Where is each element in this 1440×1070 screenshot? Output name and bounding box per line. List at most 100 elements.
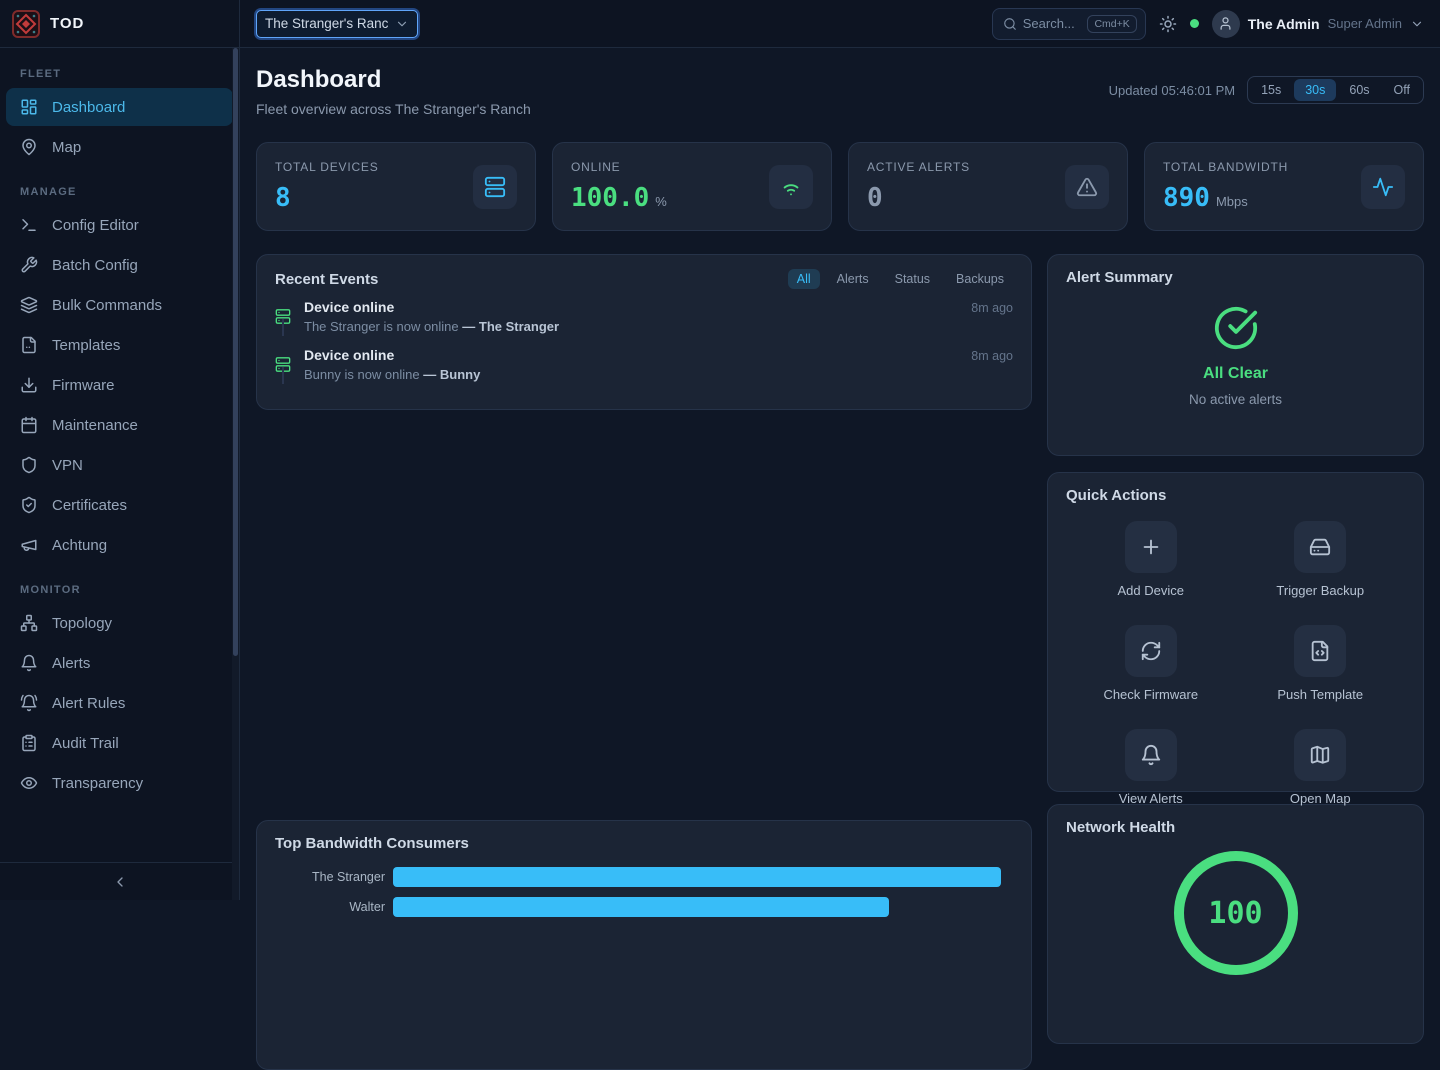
sidebar-item-alert-rules[interactable]: Alert Rules — [6, 684, 233, 722]
shield-check-icon — [20, 496, 38, 514]
bandwidth-bar — [393, 867, 1001, 887]
bandwidth-bar-row: The Stranger — [275, 867, 1013, 887]
section-label-manage: MANAGE — [0, 178, 239, 204]
map-icon — [1309, 744, 1331, 766]
file-code-icon — [1309, 640, 1331, 662]
sidebar-item-audit-trail[interactable]: Audit Trail — [6, 724, 233, 762]
sidebar-item-config-editor[interactable]: Config Editor — [6, 206, 233, 244]
action-label: Open Map — [1290, 791, 1351, 806]
sidebar-section-monitor: MONITOR Topology Alerts Alert Rules Audi… — [0, 576, 239, 802]
panel-title: Alert Summary — [1066, 269, 1173, 286]
user-icon — [1218, 16, 1233, 31]
sidebar-item-batch-config[interactable]: Batch Config — [6, 246, 233, 284]
sidebar-item-topology[interactable]: Topology — [6, 604, 233, 642]
stat-value: 100.0 — [571, 183, 649, 213]
alert-summary-body: All Clear No active alerts — [1066, 305, 1405, 407]
sidebar-item-label: Alert Rules — [52, 695, 125, 712]
chevron-down-icon — [1410, 17, 1424, 31]
event-row: Device online 8m ago Bunny is now online… — [275, 347, 1013, 395]
stat-icon-box — [769, 165, 813, 209]
sidebar-item-maintenance[interactable]: Maintenance — [6, 406, 233, 444]
terminal-icon — [20, 216, 38, 234]
page-subtitle: Fleet overview across The Stranger's Ran… — [256, 101, 531, 117]
event-body: Device online 8m ago Bunny is now online… — [304, 347, 1013, 382]
sidebar-item-label: VPN — [52, 457, 83, 474]
event-description: Bunny is now online — Bunny — [304, 367, 1013, 382]
bandwidth-bar-row: Walter — [275, 897, 1013, 917]
workspace-select[interactable]: The Stranger's Ranch — [256, 10, 418, 38]
status-indicator-dot — [1190, 19, 1199, 28]
event-message: Bunny is now online — [304, 367, 420, 382]
sidebar-item-transparency[interactable]: Transparency — [6, 764, 233, 802]
stats-row: TOTAL DEVICES 8 ONLINE 100.0 % ACTIVE AL… — [256, 142, 1424, 231]
avatar — [1212, 10, 1240, 38]
server-icon — [484, 176, 506, 198]
view-alerts-button[interactable]: View Alerts — [1066, 729, 1236, 806]
add-device-button[interactable]: Add Device — [1066, 521, 1236, 598]
dashboard-columns: Recent Events All Alerts Status Backups — [256, 254, 1424, 1070]
recent-events-panel: Recent Events All Alerts Status Backups — [256, 254, 1032, 410]
workspace-selected-value: The Stranger's Ranch — [265, 16, 389, 31]
push-template-button[interactable]: Push Template — [1236, 625, 1406, 702]
plus-icon — [1140, 536, 1162, 558]
sidebar-item-label: Achtung — [52, 537, 107, 554]
bandwidth-bar — [393, 897, 889, 917]
sidebar-item-vpn[interactable]: VPN — [6, 446, 233, 484]
event-title: Device online — [304, 299, 394, 315]
sidebar-collapse-button[interactable] — [0, 862, 239, 900]
search-icon — [1003, 17, 1017, 31]
sidebar-item-map[interactable]: Map — [6, 128, 233, 166]
event-device: — The Stranger — [462, 319, 559, 334]
tab-alerts[interactable]: Alerts — [828, 269, 878, 289]
page-header: Dashboard Fleet overview across The Stra… — [256, 66, 1424, 117]
stat-icon-box — [1361, 165, 1405, 209]
event-device: — Bunny — [423, 367, 480, 382]
refresh-15s-button[interactable]: 15s — [1250, 79, 1292, 101]
sidebar-item-dashboard[interactable]: Dashboard — [6, 88, 233, 126]
user-menu[interactable]: The Admin Super Admin — [1212, 10, 1424, 38]
sidebar: TOD FLEET Dashboard Map MANAGE Config Ed… — [0, 0, 240, 900]
sidebar-nav: FLEET Dashboard Map MANAGE Config Editor… — [0, 48, 239, 802]
sidebar-item-templates[interactable]: Templates — [6, 326, 233, 364]
refresh-off-button[interactable]: Off — [1383, 79, 1421, 101]
app-logo-row: TOD — [0, 0, 239, 48]
calendar-icon — [20, 416, 38, 434]
action-tile — [1125, 625, 1177, 677]
topology-icon — [20, 614, 38, 632]
event-rail — [275, 347, 291, 382]
action-label: Add Device — [1118, 583, 1184, 598]
tab-backups[interactable]: Backups — [947, 269, 1013, 289]
action-tile — [1294, 521, 1346, 573]
sidebar-item-alerts[interactable]: Alerts — [6, 644, 233, 682]
stat-card-active-alerts: ACTIVE ALERTS 0 — [848, 142, 1128, 231]
trigger-backup-button[interactable]: Trigger Backup — [1236, 521, 1406, 598]
tab-status[interactable]: Status — [886, 269, 939, 289]
main-content: Dashboard Fleet overview across The Stra… — [240, 48, 1440, 1070]
sidebar-item-firmware[interactable]: Firmware — [6, 366, 233, 404]
topbar-right-cluster: Cmd+K The Admin Super Admin — [992, 8, 1424, 40]
refresh-30s-button[interactable]: 30s — [1294, 79, 1336, 101]
tab-all[interactable]: All — [788, 269, 820, 289]
sidebar-item-certificates[interactable]: Certificates — [6, 486, 233, 524]
quick-actions-grid: Add Device Trigger Backup Check Firmware — [1066, 521, 1405, 806]
sidebar-item-achtung[interactable]: Achtung — [6, 526, 233, 564]
page-title: Dashboard — [256, 66, 531, 94]
check-firmware-button[interactable]: Check Firmware — [1066, 625, 1236, 702]
action-label: Check Firmware — [1103, 687, 1198, 702]
open-map-button[interactable]: Open Map — [1236, 729, 1406, 806]
gauge-score: 100 — [1174, 851, 1298, 975]
search-box[interactable]: Cmd+K — [992, 8, 1146, 40]
bar-track — [393, 867, 1013, 887]
recent-events-header: Recent Events All Alerts Status Backups — [275, 269, 1013, 289]
refresh-60s-button[interactable]: 60s — [1338, 79, 1380, 101]
theme-toggle-sun-icon[interactable] — [1159, 15, 1177, 33]
bell-icon — [20, 654, 38, 672]
stat-unit: Mbps — [1216, 194, 1248, 209]
sidebar-scrollbar-thumb[interactable] — [233, 48, 238, 656]
search-input[interactable] — [1023, 16, 1081, 31]
sidebar-item-bulk-commands[interactable]: Bulk Commands — [6, 286, 233, 324]
action-label: View Alerts — [1119, 791, 1183, 806]
gauge: 100 — [1174, 851, 1298, 975]
sidebar-item-label: Transparency — [52, 775, 143, 792]
sidebar-item-label: Topology — [52, 615, 112, 632]
